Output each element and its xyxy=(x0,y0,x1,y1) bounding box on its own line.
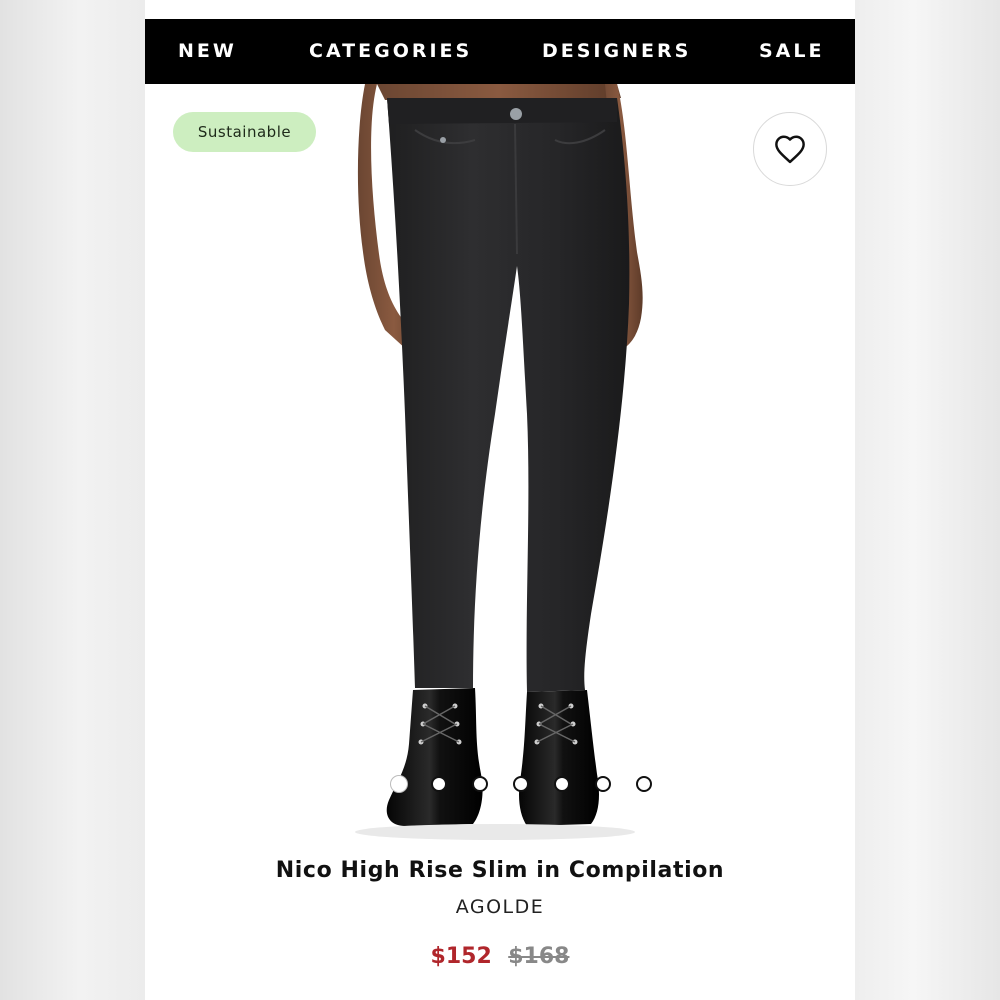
carousel-dot-7[interactable] xyxy=(636,776,652,792)
carousel-dot-4[interactable] xyxy=(513,776,529,792)
carousel-dot-3[interactable] xyxy=(472,776,488,792)
carousel-dot-2[interactable] xyxy=(431,776,447,792)
favorite-button[interactable] xyxy=(753,112,827,186)
price-row: $152 $168 xyxy=(145,944,855,969)
sale-price: $152 xyxy=(430,944,492,969)
top-nav: NEW CATEGORIES DESIGNERS SALE xyxy=(145,19,855,84)
product-title[interactable]: Nico High Rise Slim in Compilation xyxy=(145,858,855,883)
nav-sale[interactable]: SALE xyxy=(759,19,824,84)
nav-designers[interactable]: DESIGNERS xyxy=(542,19,691,84)
sustainable-badge: Sustainable xyxy=(173,112,316,152)
product-image[interactable] xyxy=(305,84,705,844)
product-brand[interactable]: AGOLDE xyxy=(145,896,855,918)
backdrop-right xyxy=(855,0,1000,1000)
carousel-dots xyxy=(145,776,855,792)
nav-categories[interactable]: CATEGORIES xyxy=(309,19,472,84)
carousel-dot-1[interactable] xyxy=(391,776,407,792)
product-page: NEW CATEGORIES DESIGNERS SALE Sustainabl… xyxy=(145,0,855,1000)
heart-outline-icon xyxy=(775,135,805,164)
original-price: $168 xyxy=(508,944,570,969)
backdrop-left xyxy=(0,0,145,1000)
nav-new[interactable]: NEW xyxy=(178,19,237,84)
carousel-dot-6[interactable] xyxy=(595,776,611,792)
carousel-dot-5[interactable] xyxy=(554,776,570,792)
